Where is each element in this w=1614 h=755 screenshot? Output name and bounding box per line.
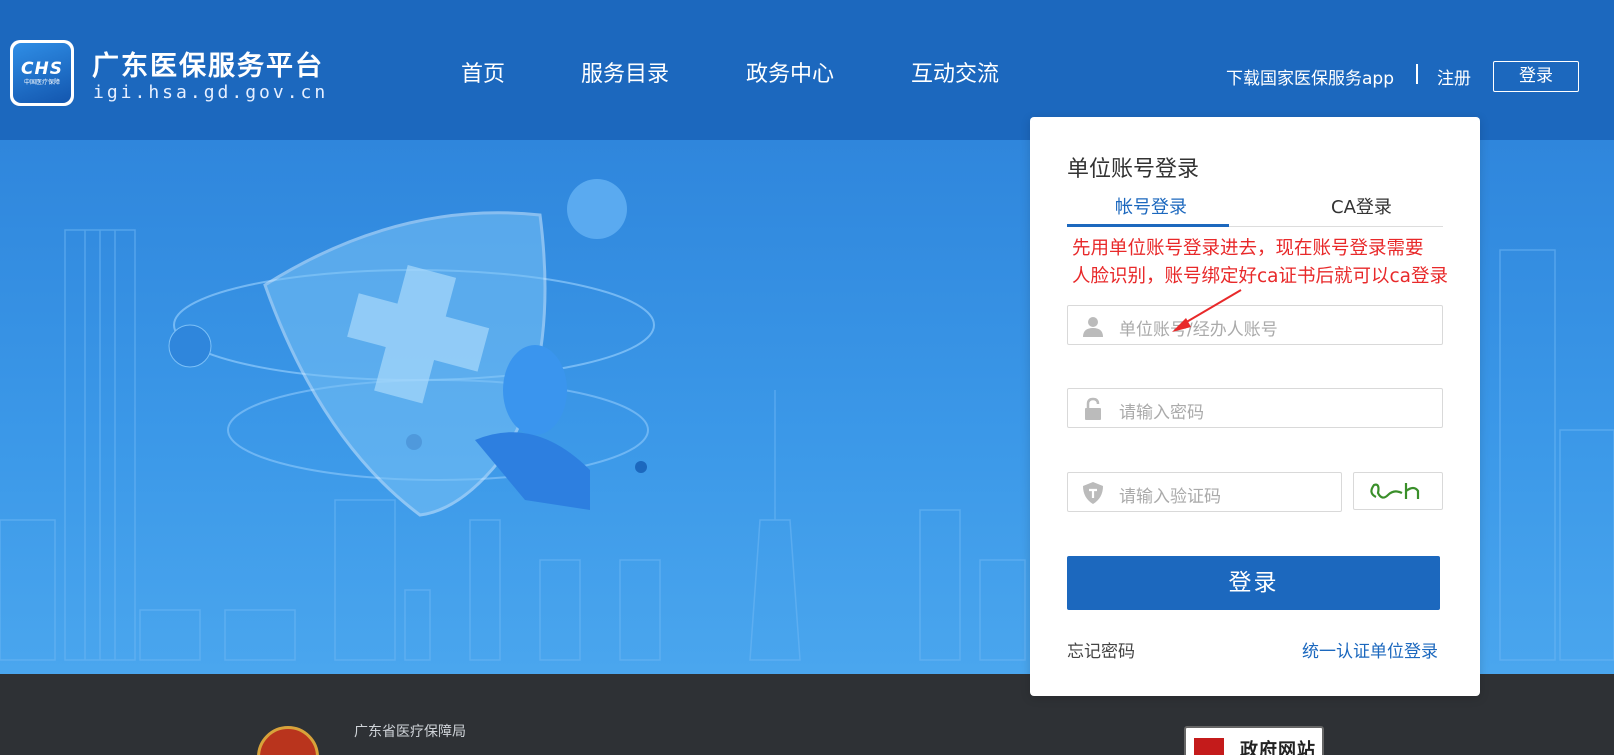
gov-badge-label: 政府网站: [1240, 740, 1316, 755]
user-icon: [1083, 317, 1103, 337]
site-domain: igi.hsa.gd.gov.cn: [93, 82, 329, 103]
captcha-placeholder: 请输入验证码: [1119, 487, 1221, 507]
annotation-line-2: 人脸识别，账号绑定好ca证书后就可以ca登录: [1072, 266, 1449, 287]
site-logo[interactable]: CHS 中国医疗保障: [10, 40, 74, 106]
register-link[interactable]: 注册: [1437, 64, 1471, 89]
login-submit-button[interactable]: 登录: [1067, 556, 1440, 610]
person-head: [503, 345, 567, 435]
lock-icon: [1085, 397, 1101, 420]
forgot-password-link[interactable]: 忘记密码: [1067, 637, 1135, 662]
annotation-line-1: 先用单位账号登录进去，现在账号登录需要: [1072, 238, 1424, 259]
flag-icon: [1194, 738, 1224, 755]
site-title: 广东医保服务平台: [92, 51, 324, 82]
captcha-image[interactable]: [1353, 472, 1443, 510]
logo-mark: CHS 中国医疗保障: [13, 43, 71, 103]
download-app-link[interactable]: 下载国家医保服务app: [1226, 64, 1394, 89]
password-placeholder: 请输入密码: [1119, 403, 1204, 423]
sphere-medium: [168, 324, 212, 368]
captcha-field[interactable]: 请输入验证码: [1067, 472, 1342, 512]
shield-icon: [1083, 482, 1103, 504]
top-link-divider: [1416, 64, 1418, 84]
emblem-icon: [257, 726, 319, 755]
active-tab-indicator: [1067, 224, 1229, 227]
unified-auth-login-link[interactable]: 统一认证单位登录: [1302, 637, 1438, 662]
logo-subtext: 中国医疗保障: [23, 78, 60, 86]
nav-government-center[interactable]: 政务中心: [746, 56, 834, 88]
footer-org-name: 广东省医疗保障局: [354, 724, 466, 740]
sphere-large: [567, 179, 627, 239]
captcha-glyphs: [1370, 483, 1420, 499]
tab-ca-login[interactable]: CA登录: [1331, 193, 1392, 219]
password-field[interactable]: 请输入密码: [1067, 388, 1443, 428]
nav-home[interactable]: 首页: [461, 56, 505, 88]
nav-interaction[interactable]: 互动交流: [911, 56, 999, 88]
login-card-title: 单位账号登录: [1067, 157, 1200, 182]
annotation-note: 先用单位账号登录进去，现在账号登录需要 人脸识别，账号绑定好ca证书后就可以ca…: [1072, 235, 1482, 291]
sphere-tiny: [635, 461, 647, 473]
account-field[interactable]: 单位账号/经办人账号: [1067, 305, 1443, 345]
header-login-button[interactable]: 登录: [1493, 61, 1579, 92]
gov-site-badge[interactable]: 政府网站: [1184, 726, 1324, 755]
tab-account-login[interactable]: 帐号登录: [1115, 193, 1187, 219]
account-placeholder: 单位账号/经办人账号: [1119, 320, 1278, 340]
logo-text: CHS: [21, 58, 63, 79]
login-card: 单位账号登录 帐号登录 CA登录 先用单位账号登录进去，现在账号登录需要 人脸识…: [1030, 117, 1480, 696]
nav-service-catalog[interactable]: 服务目录: [581, 56, 669, 88]
